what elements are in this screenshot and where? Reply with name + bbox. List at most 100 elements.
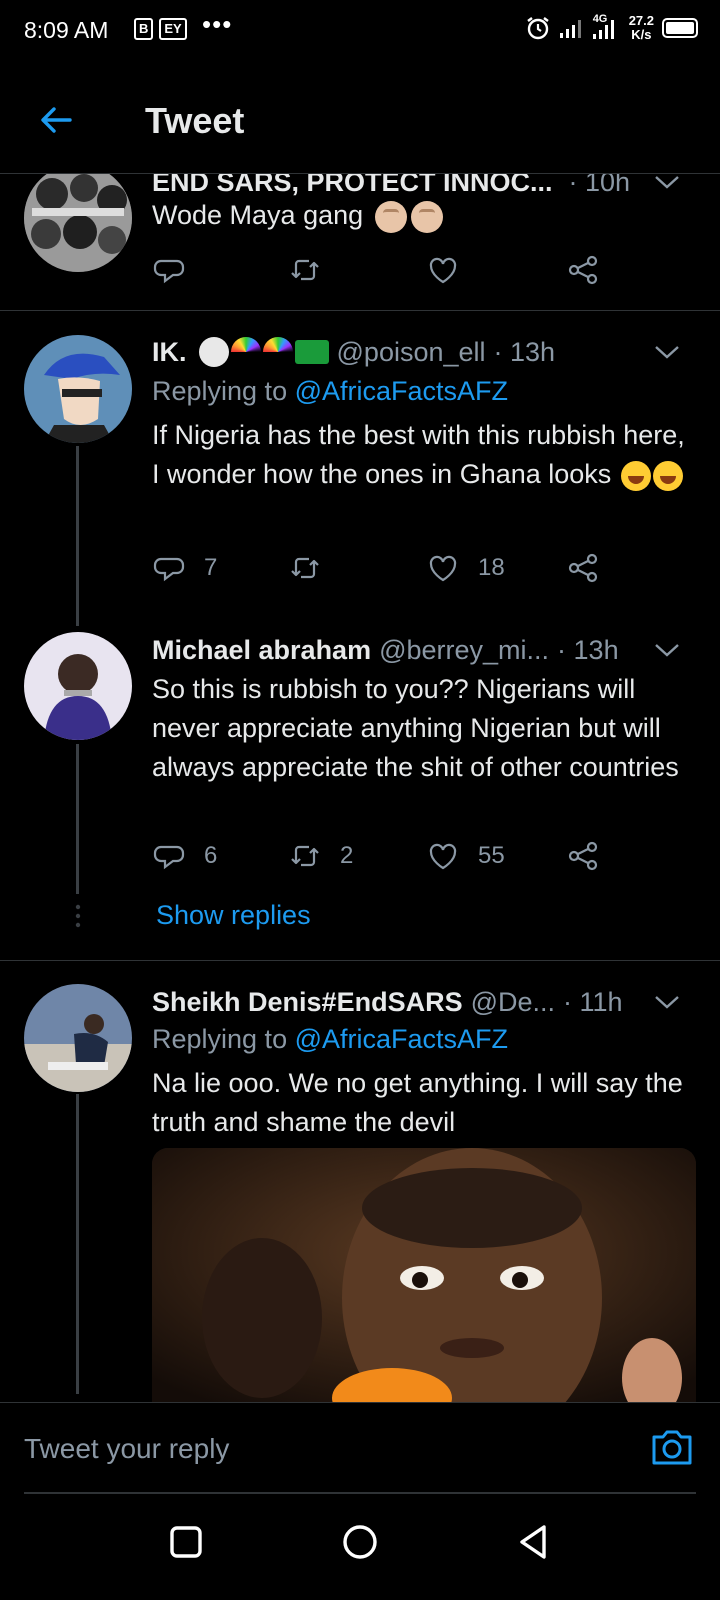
avatar[interactable]: [24, 335, 132, 443]
raised-fist-emoji: [410, 200, 443, 233]
signal-icon-2: 4G: [591, 13, 621, 41]
retweet-icon: [291, 845, 319, 867]
tweet-text: Wode Maya gang: [152, 196, 692, 235]
more-notifications-icon: •••: [202, 9, 233, 39]
mention-link[interactable]: @AfricaFactsAFZ: [295, 1024, 508, 1054]
tweet-time: · 13h: [557, 634, 619, 665]
like-icon: [429, 257, 457, 284]
battery-icon: [662, 18, 698, 38]
reply-button[interactable]: 7: [152, 548, 217, 588]
tweet-time: · 13h: [493, 336, 556, 367]
status-bar: 8:09 AM B EY ••• 4G 27.2 K/s: [0, 0, 720, 64]
top-app-bar: Tweet: [0, 64, 720, 174]
reply-button[interactable]: 6: [152, 836, 217, 876]
author-name[interactable]: END SARS, PROTECT INNOC...: [152, 174, 553, 198]
like-icon: [429, 555, 457, 582]
like-count: 55: [478, 842, 505, 869]
author-handle[interactable]: @berrey_mi...: [379, 635, 549, 666]
network-speed: 27.2 K/s: [628, 13, 654, 42]
notification-icon-ey: EY: [159, 18, 187, 40]
rainbow-emoji: [230, 337, 261, 367]
author-name[interactable]: Michael abraham: [152, 635, 371, 666]
share-icon: [568, 553, 598, 583]
replying-to: Replying to @AfricaFactsAFZ: [152, 376, 509, 406]
tweet-time: · 11h: [563, 986, 623, 1017]
share-button[interactable]: [566, 548, 600, 588]
skull-emoji: [198, 337, 229, 367]
thread-line: [76, 1094, 79, 1394]
system-navigation-bar: [0, 1494, 720, 1600]
share-icon: [568, 841, 598, 871]
chevron-down-icon[interactable]: [654, 994, 680, 1010]
tweet-header: Sheikh Denis#EndSARS @De... · 11h: [152, 984, 690, 1020]
tweet-text: If Nigeria has the best with this rubbis…: [152, 420, 685, 491]
divider: [0, 310, 720, 311]
like-button[interactable]: 18: [426, 548, 505, 588]
retweet-button[interactable]: [288, 548, 322, 588]
signal-icon-1: [559, 20, 581, 38]
like-button[interactable]: [426, 250, 460, 290]
system-icons: 4G 27.2 K/s: [525, 13, 698, 42]
status-time: 8:09 AM: [24, 17, 109, 43]
notification-icon-b: B: [134, 18, 154, 40]
retweet-count: 2: [340, 842, 354, 869]
like-count: 18: [478, 554, 505, 581]
tweet-media-image[interactable]: [152, 1148, 696, 1402]
reply-composer: Tweet your reply: [0, 1402, 720, 1494]
avatar[interactable]: [24, 174, 132, 272]
reply-icon: [153, 259, 185, 284]
tweet-actions: [152, 250, 632, 290]
raised-fist-emoji: [374, 200, 407, 233]
rainbow-emoji: [262, 337, 293, 367]
back-arrow-icon[interactable]: [36, 100, 76, 140]
tweet-text: So this is rubbish to you?? Nigerians wi…: [152, 674, 679, 782]
chevron-down-icon[interactable]: [654, 174, 680, 190]
back-nav-icon[interactable]: [514, 1522, 554, 1562]
tweet-header: Michael abraham @berrey_mi... · 13h: [152, 632, 690, 668]
show-replies-link[interactable]: Show replies: [156, 900, 311, 931]
divider: [0, 960, 720, 961]
retweet-button[interactable]: [288, 250, 322, 290]
share-button[interactable]: [566, 250, 600, 290]
retweet-button[interactable]: 2: [288, 836, 353, 876]
camera-icon[interactable]: [650, 1427, 694, 1467]
home-nav-icon[interactable]: [340, 1522, 380, 1562]
tweet-actions: 7 18: [152, 548, 632, 588]
replies-feed[interactable]: END SARS, PROTECT INNOC... · 10h Wode Ma…: [0, 174, 720, 1402]
avatar[interactable]: [24, 984, 132, 1092]
author-name[interactable]: Sheikh Denis#EndSARS: [152, 987, 463, 1018]
avatar[interactable]: [24, 632, 132, 740]
reply-icon: [153, 845, 185, 870]
reply-count: 6: [204, 842, 218, 869]
tweet-text: Na lie ooo. We no get anything. I will s…: [152, 1068, 683, 1137]
reply-count: 7: [204, 554, 218, 581]
reply-input[interactable]: Tweet your reply: [24, 1433, 229, 1465]
share-button[interactable]: [566, 836, 600, 876]
tears-of-joy-emoji: [652, 460, 683, 491]
brazil-flag-emoji: [294, 340, 329, 364]
share-icon: [568, 255, 598, 285]
reply-button[interactable]: [152, 250, 186, 290]
like-icon: [429, 843, 457, 870]
chevron-down-icon[interactable]: [654, 642, 680, 658]
thread-line: [76, 446, 79, 626]
notification-icons: B EY: [134, 18, 187, 40]
reply-icon: [153, 557, 185, 582]
retweet-icon: [291, 557, 319, 579]
chevron-down-icon[interactable]: [654, 344, 680, 360]
replying-to: Replying to @AfricaFactsAFZ: [152, 1024, 509, 1054]
retweet-icon: [291, 259, 319, 281]
author-name[interactable]: IK.: [152, 337, 187, 368]
like-button[interactable]: 55: [426, 836, 505, 876]
recents-nav-icon[interactable]: [166, 1522, 206, 1562]
thread-line: [76, 744, 79, 894]
tweet-time: · 10h: [568, 174, 631, 197]
author-handle[interactable]: @De...: [471, 987, 555, 1018]
tweet-actions: 6 2 55: [152, 836, 632, 876]
alarm-icon: [526, 17, 549, 40]
tweet-header: IK. @poison_ell · 13h: [152, 334, 690, 370]
more-replies-dots-icon: [75, 904, 81, 928]
author-handle[interactable]: @poison_ell: [337, 337, 486, 368]
mention-link[interactable]: @AfricaFactsAFZ: [295, 376, 508, 406]
page-title: Tweet: [145, 100, 245, 141]
